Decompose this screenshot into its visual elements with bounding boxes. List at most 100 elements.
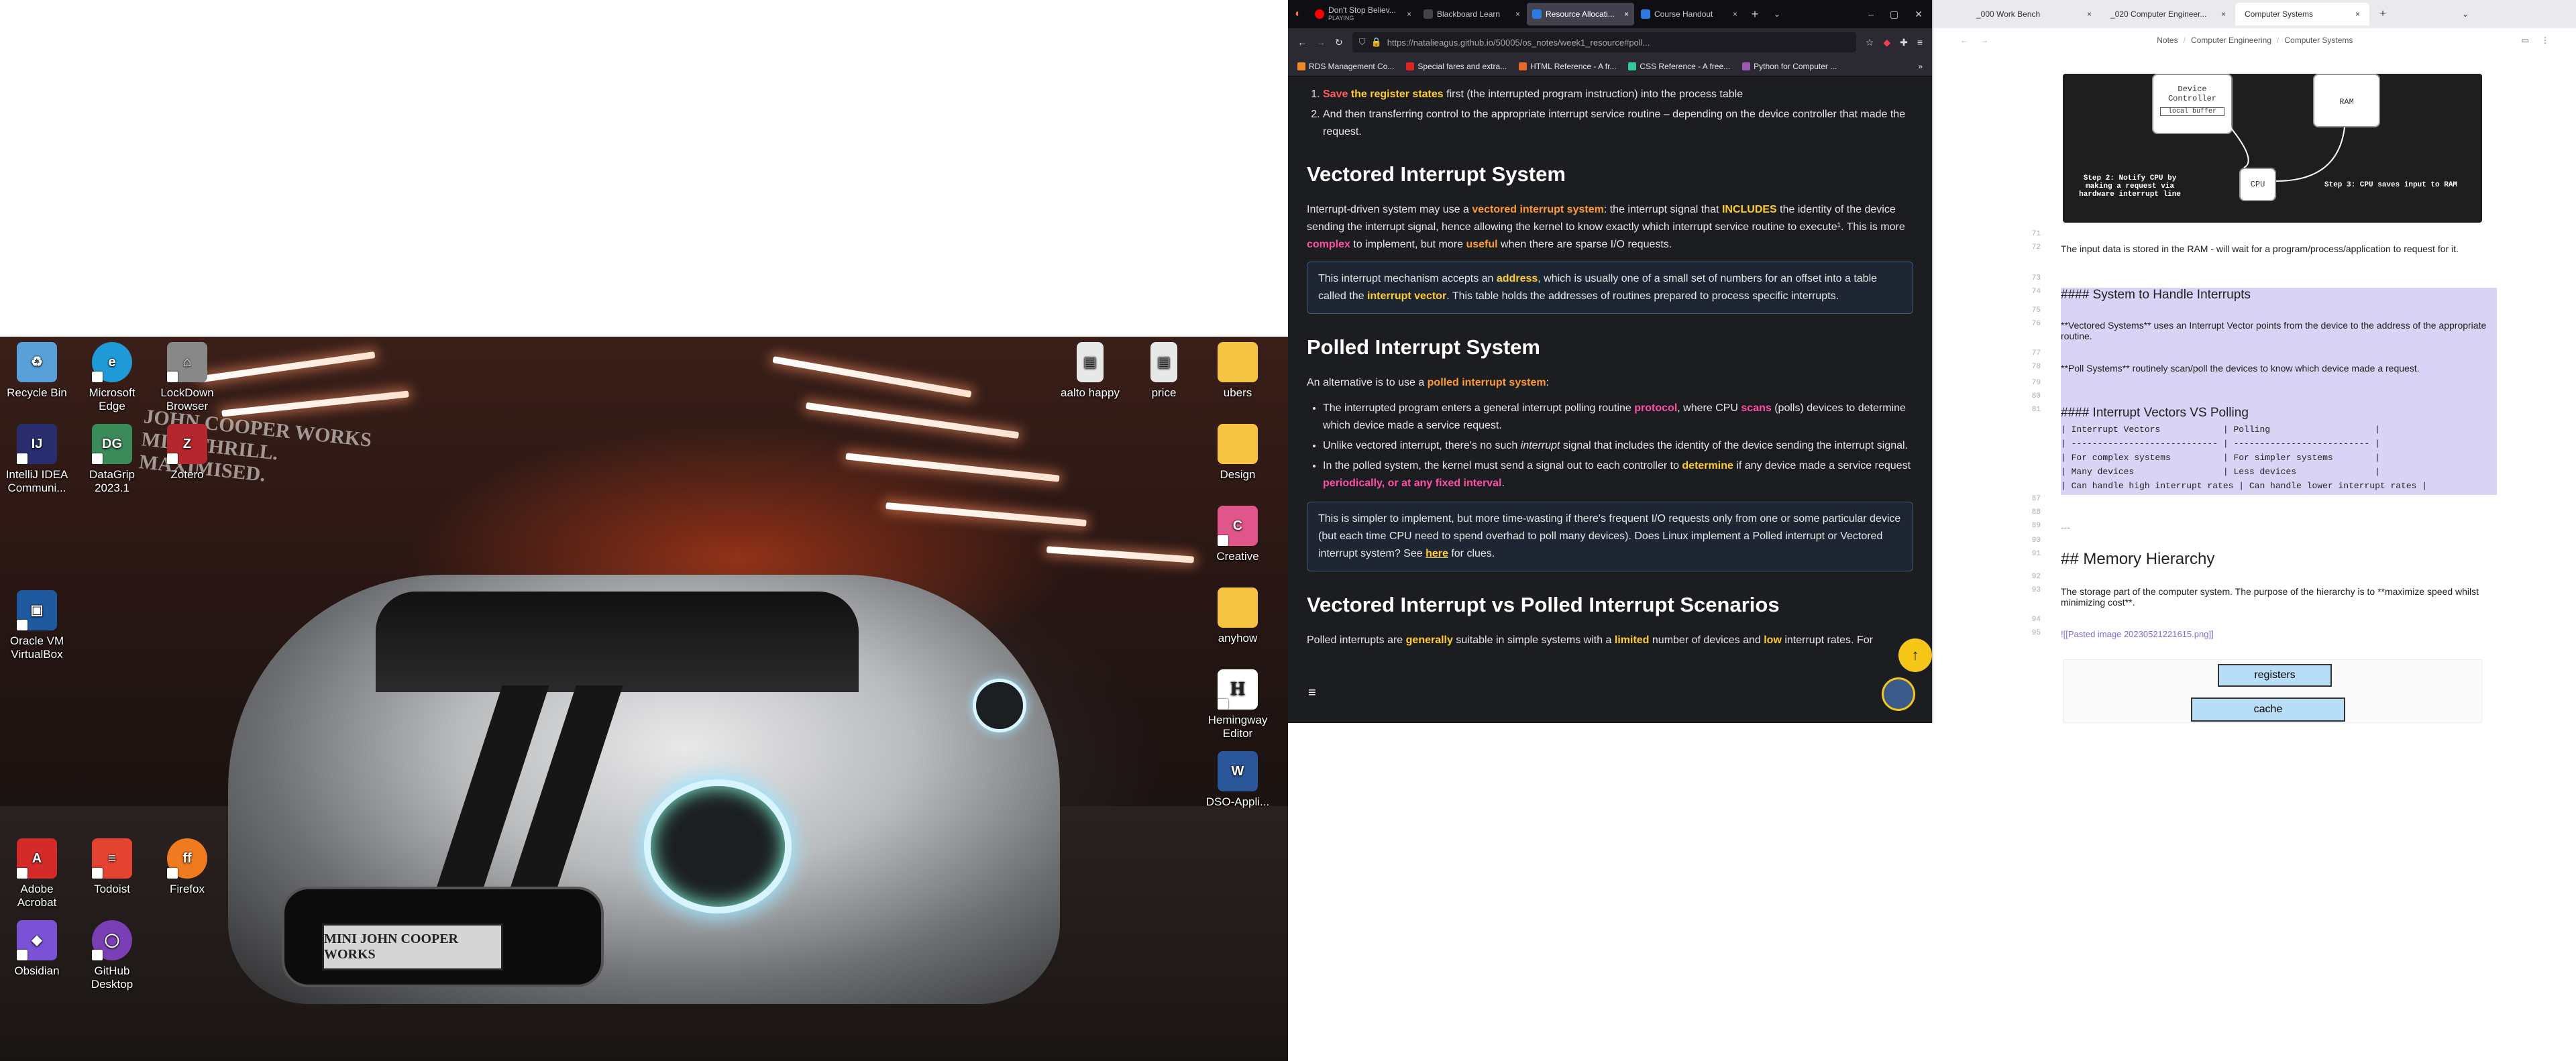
editor-line[interactable]: 73	[2032, 274, 2497, 288]
tab-resource-allocation[interactable]: Resource Allocati... ×	[1527, 3, 1634, 25]
hamburger-icon[interactable]: ≡	[1308, 685, 1316, 701]
desktop-icon-obsidian[interactable]: ◆ Obsidian	[0, 920, 74, 978]
url-bar[interactable]: ⛉ 🔒 https://natalieagus.github.io/50005/…	[1352, 32, 1856, 52]
editor-line[interactable]: 82| Interrupt Vectors | Polling |	[2061, 425, 2497, 439]
avatar[interactable]	[1882, 677, 1915, 711]
desktop-icon-creative[interactable]: C Creative	[1201, 506, 1275, 563]
pocket-icon[interactable]: ◆	[1883, 37, 1890, 48]
heading-polled: Polled Interrupt System	[1307, 335, 1540, 359]
editor-line[interactable]: 85| Many devices | Less devices |	[2061, 467, 2497, 481]
desktop-icon-todoist[interactable]: ≡ Todoist	[75, 838, 149, 896]
bookmark-star-icon[interactable]: ☆	[1866, 37, 1874, 48]
desktop-icon-design[interactable]: Design	[1201, 424, 1275, 482]
editor-line[interactable]: 74 #### System to Handle Interrupts	[2032, 288, 2497, 306]
desktop-icon-recycle-bin[interactable]: ♻ Recycle Bin	[0, 342, 74, 400]
menu-icon[interactable]: ≡	[1917, 37, 1923, 48]
desktop-icon-lockdown[interactable]: ⌂ LockDown Browser	[150, 342, 224, 413]
tab-work-bench[interactable]: _000 Work Bench ×	[1967, 3, 2101, 25]
chevron-right-icon[interactable]: »	[1918, 62, 1923, 71]
reload-icon[interactable]: ↻	[1335, 37, 1343, 48]
editor-line[interactable]: 90	[2032, 537, 2497, 550]
tab-computer-engineering[interactable]: _020 Computer Engineer... ×	[2101, 3, 2235, 25]
editor-line[interactable]: 93 The storage part of the computer syste…	[2032, 586, 2497, 616]
more-options-icon[interactable]: ⋮	[2541, 36, 2549, 45]
chevron-down-icon[interactable]: ⌄	[1767, 9, 1787, 19]
close-icon[interactable]: ×	[1733, 9, 1737, 19]
line-text: ![[Pasted image 20230521221615.png]]	[2061, 629, 2214, 639]
forward-icon[interactable]: →	[1980, 36, 1988, 45]
editor[interactable]: Device Controller local buffer RAM CPU St…	[1933, 52, 2576, 723]
shield-icon[interactable]: ⛉	[1359, 37, 1366, 48]
close-icon[interactable]: ×	[2087, 9, 2092, 19]
new-tab-icon[interactable]: +	[2369, 8, 2396, 20]
editor-line[interactable]: 88	[2032, 508, 2497, 522]
close-icon[interactable]: ×	[1407, 9, 1411, 19]
tab-computer-systems[interactable]: Computer Systems ×	[2235, 3, 2369, 25]
editor-line[interactable]: 76 **Vectored Systems** uses an Interrupt…	[2032, 320, 2497, 349]
desktop-icon-acrobat[interactable]: A Adobe Acrobat	[0, 838, 74, 909]
desktop-icon-ubers[interactable]: ubers	[1201, 342, 1275, 400]
scroll-to-top-button[interactable]: ↑	[1898, 638, 1932, 672]
editor-line[interactable]: 89 ---	[2032, 522, 2497, 537]
firefox-view-icon[interactable]: ◐	[1288, 8, 1308, 20]
extensions-icon[interactable]: ✚	[1900, 37, 1908, 48]
editor-line[interactable]: 81 #### Interrupt Vectors VS Polling	[2032, 406, 2497, 425]
editor-line[interactable]: 72 The input data is stored in the RAM - …	[2032, 243, 2497, 270]
breadcrumb-item[interactable]: Notes	[2157, 36, 2178, 45]
bookmark-item[interactable]: Python for Computer ...	[1742, 62, 1837, 71]
editor-line[interactable]: 79	[2032, 379, 2497, 392]
forward-icon[interactable]: →	[1316, 37, 1326, 48]
desktop-icon-anyhow[interactable]: anyhow	[1201, 588, 1275, 645]
close-icon[interactable]: ×	[1624, 9, 1629, 19]
back-icon[interactable]: ←	[1960, 36, 1968, 45]
close-window-icon[interactable]: ✕	[1915, 9, 1923, 20]
editor-line[interactable]: 75	[2032, 306, 2497, 320]
editor-line[interactable]: 83| ---------------------------- | -----…	[2061, 439, 2497, 453]
close-icon[interactable]: ×	[2221, 9, 2226, 19]
bookmark-item[interactable]: HTML Reference - A fr...	[1519, 62, 1616, 71]
close-icon[interactable]: ×	[2355, 9, 2360, 19]
editor-line[interactable]: 94	[2032, 616, 2497, 629]
maximize-icon[interactable]: ▢	[1890, 9, 1898, 20]
close-icon[interactable]: ×	[1515, 9, 1520, 19]
tab-blackboard[interactable]: Blackboard Learn ×	[1418, 3, 1525, 25]
minimize-icon[interactable]: –	[1868, 9, 1874, 20]
chevron-down-icon[interactable]: ⌄	[2462, 9, 2576, 19]
editor-line[interactable]: 86| Can handle high interrupt rates | Ca…	[2061, 481, 2497, 495]
back-icon[interactable]: ←	[1297, 37, 1307, 48]
text: This interrupt mechanism accepts an	[1318, 273, 1497, 284]
desktop-icon-firefox[interactable]: ff Firefox	[150, 838, 224, 896]
bookmark-item[interactable]: Special fares and extra...	[1406, 62, 1507, 71]
tab-course-handout[interactable]: Course Handout ×	[1635, 3, 1743, 25]
editor-line[interactable]: 91 ## Memory Hierarchy	[2032, 550, 2497, 573]
here-link[interactable]: here	[1426, 548, 1448, 559]
reading-view-icon[interactable]: ▭	[2522, 36, 2529, 45]
editor-line[interactable]: 84| For complex systems | For simpler sy…	[2061, 453, 2497, 467]
editor-line[interactable]: 95 ![[Pasted image 20230521221615.png]]	[2032, 629, 2497, 644]
editor-line[interactable]: 80	[2032, 392, 2497, 406]
editor-line[interactable]: 78 **Poll Systems** routinely scan/poll t…	[2032, 363, 2497, 379]
desktop-icon-price[interactable]: ▤ price	[1127, 342, 1201, 400]
page-icon	[1641, 9, 1650, 19]
new-tab-icon[interactable]: +	[1743, 7, 1767, 21]
desktop-icon-datagrip[interactable]: DG DataGrip 2023.1	[75, 424, 149, 495]
desktop-icon-dso-appli[interactable]: W DSO-Appli...	[1201, 751, 1275, 809]
desktop-icon-intellij[interactable]: IJ IntelliJ IDEA Communi...	[0, 424, 74, 495]
breadcrumb-item[interactable]: Computer Systems	[2284, 36, 2353, 45]
desktop-icon-edge[interactable]: e Microsoft Edge	[75, 342, 149, 413]
breadcrumb-item[interactable]: Computer Engineering	[2191, 36, 2271, 45]
desktop-icon-hemingway[interactable]: H Hemingway Editor	[1201, 669, 1275, 740]
editor-line[interactable]: 77	[2032, 349, 2497, 363]
desktop-icon-virtualbox[interactable]: ▣ Oracle VM VirtualBox	[0, 590, 74, 661]
desktop-icon-aalto-happy[interactable]: ▤ aalto happy	[1053, 342, 1127, 400]
text: :	[1546, 377, 1550, 388]
line-number: 90	[2031, 537, 2041, 545]
desktop-icon-zotero[interactable]: Z Zotero	[150, 424, 224, 482]
bookmark-item[interactable]: CSS Reference - A free...	[1628, 62, 1730, 71]
desktop-icon-github-desktop[interactable]: ◯ GitHub Desktop	[75, 920, 149, 991]
editor-line[interactable]: 87	[2032, 495, 2497, 508]
bookmark-item[interactable]: RDS Management Co...	[1297, 62, 1394, 71]
editor-line[interactable]: 71	[2032, 230, 2497, 243]
tab-youtube[interactable]: Don't Stop Believ... PLAYING ×	[1309, 3, 1417, 25]
editor-line[interactable]: 92	[2032, 573, 2497, 586]
